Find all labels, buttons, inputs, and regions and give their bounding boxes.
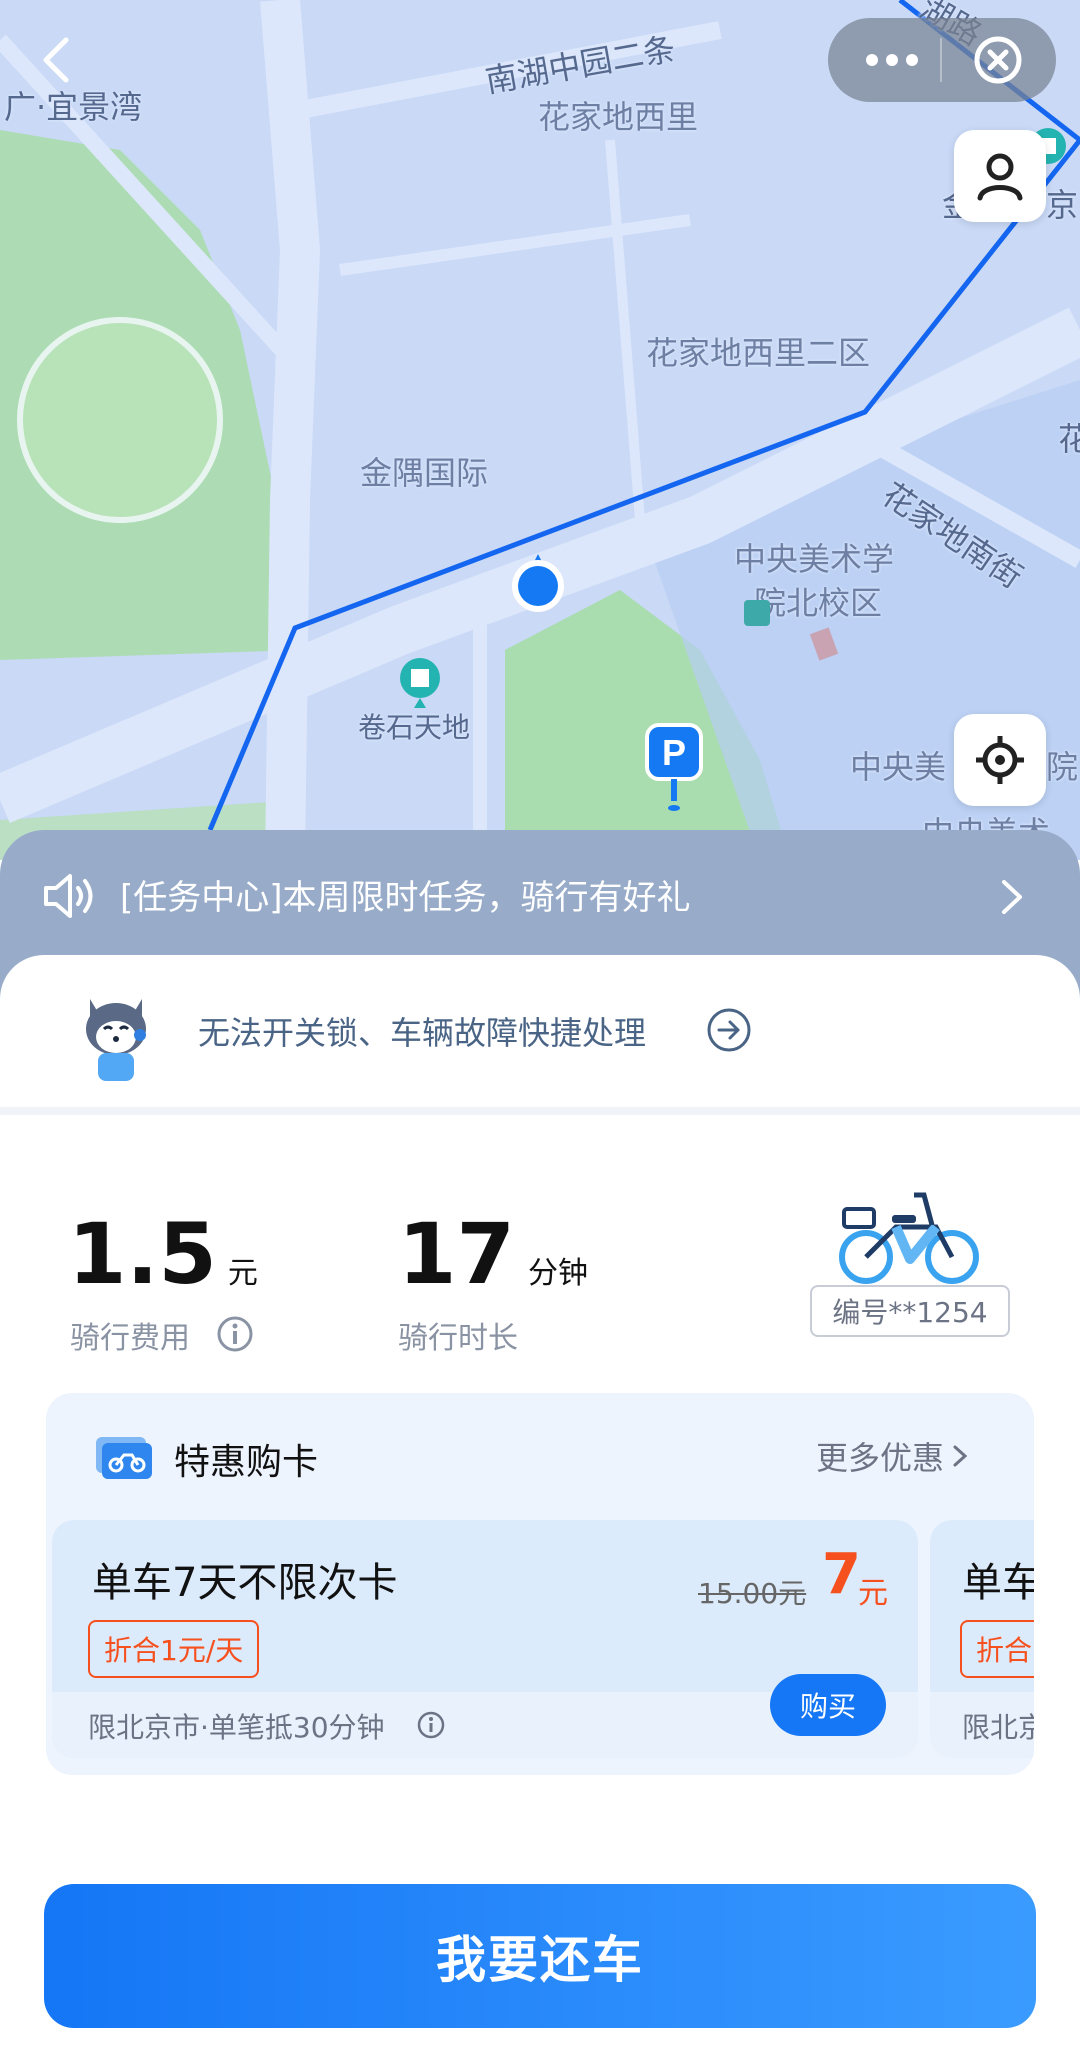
- task-banner-text: [任务中心]本周限时任务，骑行有好礼: [120, 878, 691, 918]
- bike-icon: [839, 1192, 979, 1284]
- deal-card-badge: 折合: [960, 1620, 1034, 1678]
- map-label: 花家地西里二区: [646, 334, 871, 372]
- deal-card-original-price: 15.00元: [698, 1577, 807, 1610]
- more-deals-link[interactable]: 更多优惠: [816, 1433, 973, 1479]
- user-icon: [977, 153, 1023, 201]
- section-divider: [0, 1107, 1080, 1115]
- ride-duration-value: 17: [398, 1205, 515, 1303]
- parking-marker-icon[interactable]: P: [644, 722, 704, 814]
- close-icon[interactable]: [972, 34, 1024, 86]
- speaker-icon: [44, 874, 93, 918]
- map-label: 花家地西里: [538, 98, 699, 136]
- map-label: 卷石天地: [358, 711, 471, 744]
- info-icon[interactable]: [416, 1710, 446, 1740]
- support-row[interactable]: 无法开关锁、车辆故障快捷处理: [0, 955, 1080, 1107]
- profile-button[interactable]: [954, 130, 1046, 222]
- school-poi-icon: [744, 600, 770, 626]
- chevron-right-icon: [953, 1445, 968, 1467]
- ride-fee: 1.5 元: [68, 1205, 258, 1303]
- deals-title: 特惠购卡: [174, 1442, 319, 1483]
- deal-card-limit: 限北京: [962, 1711, 1034, 1744]
- capsule-divider: [940, 38, 942, 82]
- return-bike-button[interactable]: 我要还车: [44, 1884, 1036, 2028]
- map-view[interactable]: 广·宜景湾 南湖中园二条 花家地西里 花家地西里二区 金隅国际 中央美术学 院北…: [0, 0, 1080, 860]
- ride-duration-label: 骑行时长: [398, 1321, 518, 1356]
- map-label: 院: [1046, 748, 1079, 786]
- capsule-menu: [828, 18, 1056, 102]
- deal-card-badge: 折合1元/天: [88, 1620, 260, 1678]
- more-icon[interactable]: [862, 48, 922, 72]
- deal-card-name: 单车: [962, 1560, 1034, 1606]
- deal-card-limit: 限北京市·单笔抵30分钟: [88, 1711, 385, 1744]
- map-label: 京: [1046, 186, 1079, 224]
- back-icon[interactable]: [36, 34, 76, 84]
- locate-button[interactable]: [954, 714, 1046, 806]
- mall-poi-icon[interactable]: [398, 656, 442, 708]
- chevron-right-icon: [1002, 880, 1022, 914]
- map-label: 花: [1058, 420, 1080, 458]
- map-label: 中央美术学: [734, 540, 895, 578]
- bike-id: 编号**1254: [810, 1285, 1010, 1337]
- deal-card-footer: 限北京: [930, 1692, 1034, 1758]
- buy-button[interactable]: 购买: [770, 1674, 886, 1736]
- deals-section: 特惠购卡 更多优惠 单车7天不限次卡 15.00元 7 元 折合1元/天 限北京…: [46, 1393, 1034, 1775]
- svg-text:P: P: [662, 732, 686, 773]
- locate-icon: [976, 736, 1024, 784]
- info-icon[interactable]: [216, 1315, 254, 1353]
- card-icon: [96, 1437, 152, 1479]
- current-location-icon: [512, 554, 564, 612]
- map-label: 院北校区: [754, 584, 883, 622]
- more-deals-label: 更多优惠: [816, 1439, 945, 1477]
- deal-card-price: 7: [822, 1542, 861, 1607]
- deal-card[interactable]: 单车7天不限次卡 15.00元 7 元 折合1元/天 限北京市·单笔抵30分钟 …: [52, 1520, 918, 1758]
- ride-fee-unit: 元: [227, 1256, 258, 1291]
- map-label: 金隅国际: [360, 454, 489, 492]
- building-poi-icon: [810, 627, 839, 661]
- mascot-icon: [86, 999, 146, 1081]
- ride-fee-value: 1.5: [68, 1205, 217, 1303]
- arrow-circle-right-icon: [707, 1008, 751, 1052]
- deal-card[interactable]: 单车 折合 限北京: [930, 1520, 1034, 1758]
- ride-fee-label: 骑行费用: [70, 1321, 190, 1356]
- deal-card-price-unit: 元: [858, 1576, 888, 1611]
- map-label: 广·宜景湾: [4, 88, 143, 126]
- ride-duration-unit: 分钟: [528, 1256, 588, 1291]
- ride-duration: 17 分钟: [398, 1205, 588, 1303]
- support-text: 无法开关锁、车辆故障快捷处理: [198, 1014, 647, 1052]
- deal-card-name: 单车7天不限次卡: [92, 1560, 398, 1606]
- map-label: 中央美: [850, 748, 947, 786]
